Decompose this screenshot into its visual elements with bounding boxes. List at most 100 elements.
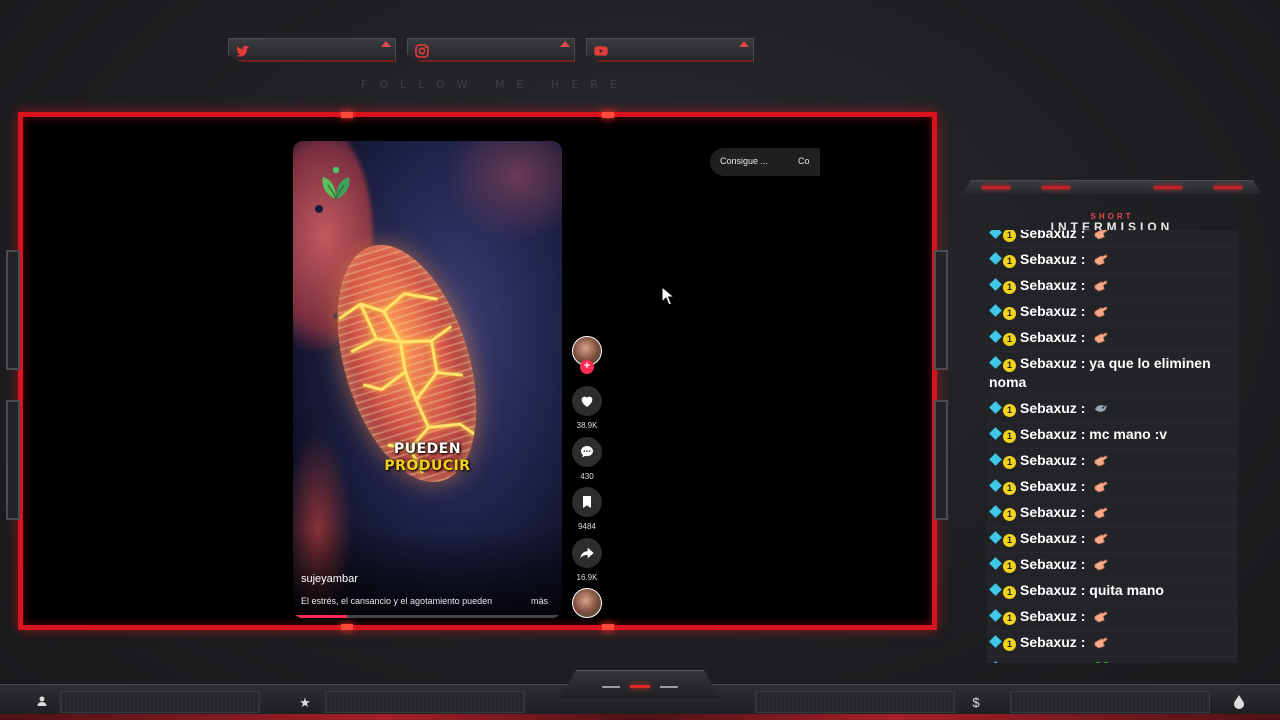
- gem-badge-icon: [989, 609, 1002, 622]
- gem-badge-icon: [989, 635, 1002, 648]
- gem-badge-icon: [989, 479, 1002, 492]
- twitter-icon: [236, 45, 250, 57]
- sub-badge-icon: 1: [1003, 560, 1016, 573]
- chat-username[interactable]: Sebaxuz: [1020, 582, 1077, 598]
- sub-badge-icon: 1: [1003, 307, 1016, 320]
- social-slot-youtube[interactable]: [586, 38, 754, 62]
- follow-plus-icon[interactable]: +: [580, 360, 594, 374]
- chat-username[interactable]: Sebaxuz: [1020, 608, 1077, 624]
- expand-arrow-icon: [560, 41, 570, 47]
- dollar-icon: $: [972, 695, 980, 710]
- chat-username[interactable]: Sebaxuz: [1020, 251, 1077, 267]
- social-bar: [228, 38, 754, 64]
- chat-username[interactable]: Sebaxuz: [1020, 426, 1077, 442]
- sub-badge-icon: 1: [1003, 482, 1016, 495]
- like-button[interactable]: [572, 386, 602, 416]
- chat-message: 1 Sebaxuz :: [987, 248, 1238, 274]
- sub-badge-icon: 1: [1003, 586, 1016, 599]
- gem-badge-icon: [989, 427, 1002, 440]
- chat-username[interactable]: Sebaxuz: [1020, 303, 1077, 319]
- chat-message: 1 Sebaxuz :: [987, 631, 1238, 657]
- chat-message: 1 Sebaxuz :: [987, 527, 1238, 553]
- gem-badge-icon: [989, 304, 1002, 317]
- save-count: 9484: [578, 522, 596, 531]
- sub-badge-icon: 1: [1003, 255, 1016, 268]
- bottom-center-deco: [560, 670, 720, 698]
- hand-emote-icon: [1094, 637, 1108, 649]
- chat-username[interactable]: Sebaxuz: [1020, 478, 1077, 494]
- social-slot-twitter[interactable]: [228, 38, 396, 62]
- video-username[interactable]: sujeyambar: [301, 573, 358, 585]
- get-coins-pill[interactable]: Consigue ... Co: [710, 148, 820, 176]
- chat-username[interactable]: Sebaxuz: [1020, 230, 1077, 241]
- right-bracket: [934, 250, 948, 370]
- hand-emote-icon: [1094, 611, 1108, 623]
- comment-button[interactable]: [572, 437, 602, 467]
- hand-emote-icon: [1094, 559, 1108, 571]
- chat-message: 1 Sebaxuz :: [987, 605, 1238, 631]
- more-link[interactable]: más: [531, 596, 548, 606]
- pill-label-cut: Co: [798, 156, 810, 166]
- chat-username[interactable]: Sebaxuz: [1020, 400, 1077, 416]
- sound-avatar[interactable]: [572, 588, 602, 618]
- expand-arrow-icon: [381, 41, 391, 47]
- chat-message: 1 Sebaxuz : quita mano: [987, 579, 1238, 605]
- chat-username[interactable]: Darkar_014: [1003, 660, 1079, 663]
- frame-notch: [602, 624, 614, 630]
- chat-message: 1 Sebaxuz :: [987, 553, 1238, 579]
- comment-icon: [581, 446, 593, 458]
- hand-emote-icon: [1094, 254, 1108, 266]
- video-progress-bar[interactable]: [293, 615, 562, 618]
- chat-message: 1 Sebaxuz :: [987, 501, 1238, 527]
- chat-username[interactable]: Sebaxuz: [1020, 504, 1077, 520]
- chat-message: 1 Sebaxuz :: [987, 300, 1238, 326]
- hand-emote-icon: [1094, 306, 1108, 318]
- frame-notch: [341, 624, 353, 630]
- video-description: El estrés, el cansancio y el agotamiento…: [301, 596, 493, 606]
- left-bracket: [6, 250, 20, 370]
- sub-badge-icon: 1: [1003, 612, 1016, 625]
- video-caption-line-2: PRODUCIR: [384, 458, 471, 474]
- share-button[interactable]: [572, 538, 602, 568]
- gem-badge-icon: [989, 583, 1002, 596]
- chat-username[interactable]: Sebaxuz: [1020, 530, 1077, 546]
- chat-message: 1 Sebaxuz :: [987, 475, 1238, 501]
- expand-arrow-icon: [739, 41, 749, 47]
- sub-badge-icon: 1: [1003, 638, 1016, 651]
- video-progress-fill: [293, 615, 347, 618]
- bookmark-icon: [583, 496, 591, 508]
- chat-username[interactable]: Sebaxuz: [1020, 634, 1077, 650]
- chat-panel[interactable]: 1 Sebaxuz : 1 Sebaxuz : 1 Sebaxuz : 1 Sebaxu…: [987, 230, 1238, 663]
- sub-badge-icon: 1: [1003, 281, 1016, 294]
- chat-message: 1 Sebaxuz : ya que lo eliminen noma: [987, 352, 1238, 397]
- frog-emote-icon: [1095, 662, 1109, 663]
- instagram-icon: [415, 44, 429, 58]
- save-button[interactable]: [572, 487, 602, 517]
- gem-badge-icon: [989, 330, 1002, 343]
- youtube-icon: [594, 46, 608, 56]
- sub-badge-icon: 1: [1003, 508, 1016, 521]
- share-count: 16.9K: [576, 573, 598, 582]
- chat-message: 1 Sebaxuz :: [987, 326, 1238, 352]
- chat-username[interactable]: Sebaxuz: [1020, 556, 1077, 572]
- hand-emote-icon: [1094, 280, 1108, 292]
- gem-badge-icon: [989, 401, 1002, 414]
- hand-emote-icon: [1094, 533, 1108, 545]
- chat-username[interactable]: Sebaxuz: [1020, 355, 1077, 371]
- chat-username[interactable]: Sebaxuz: [1020, 277, 1077, 293]
- social-slot-instagram[interactable]: [407, 38, 575, 62]
- gem-badge-icon: [989, 557, 1002, 570]
- comment-count: 430: [580, 472, 594, 481]
- cell-blob: [443, 141, 562, 241]
- hand-emote-icon: [1094, 455, 1108, 467]
- gem-badge-icon: [989, 252, 1002, 265]
- tiktok-video[interactable]: PUEDEN PRODUCIR sujeyambar El estrés, el…: [293, 141, 562, 618]
- chat-username[interactable]: Sebaxuz: [1020, 452, 1077, 468]
- cell-dot: [315, 205, 323, 213]
- video-caption-line-1: PUEDEN: [393, 441, 462, 457]
- sub-badge-icon: 1: [1003, 230, 1016, 242]
- chat-message: 1 Sebaxuz :: [987, 449, 1238, 475]
- frame-notch: [341, 112, 353, 118]
- gem-badge-icon: [989, 661, 1002, 663]
- chat-username[interactable]: Sebaxuz: [1020, 329, 1077, 345]
